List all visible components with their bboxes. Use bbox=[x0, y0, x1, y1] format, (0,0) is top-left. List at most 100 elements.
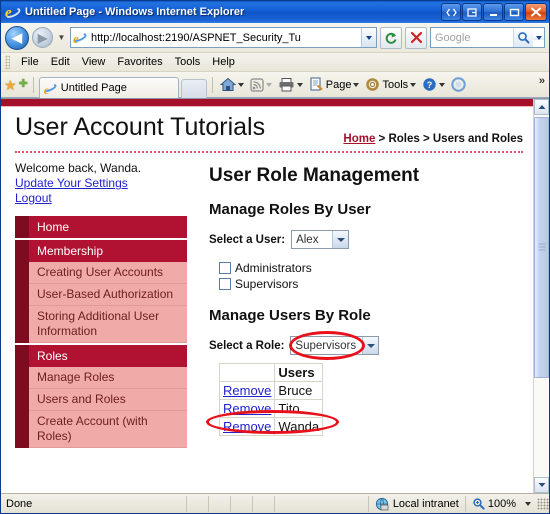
add-to-favorites-icon[interactable]: ✚ bbox=[19, 79, 28, 90]
help-button[interactable]: ? bbox=[420, 76, 447, 93]
tools-button[interactable]: Tools bbox=[363, 76, 418, 93]
tab-label: Untitled Page bbox=[60, 81, 127, 94]
print-button[interactable] bbox=[276, 76, 305, 93]
breadcrumb-trail: > Roles > Users and Roles bbox=[375, 133, 523, 145]
breadcrumb: Home > Roles > Users and Roles bbox=[343, 133, 523, 145]
role-checkbox-administrators[interactable]: Administrators bbox=[219, 261, 521, 275]
sidebar-item-manage-roles[interactable]: Manage Roles bbox=[15, 367, 187, 389]
role-select[interactable]: Supervisors bbox=[290, 336, 380, 355]
command-bar: ★ ✚ e Untitled Page Page Tools ? » bbox=[1, 72, 549, 98]
overflow-chevron-icon[interactable]: » bbox=[539, 75, 545, 87]
status-text: Done bbox=[6, 497, 33, 510]
nav-tab-stub bbox=[15, 306, 29, 343]
search-provider-dropdown-icon[interactable] bbox=[533, 35, 544, 40]
scroll-up-button[interactable] bbox=[534, 99, 549, 115]
sidebar-item-roles[interactable]: Roles bbox=[15, 345, 187, 367]
menu-bar: File Edit View Favorites Tools Help bbox=[1, 53, 549, 72]
chevron-down-icon[interactable] bbox=[332, 231, 349, 248]
scrollbar-track[interactable] bbox=[534, 115, 549, 477]
vertical-scrollbar[interactable] bbox=[533, 99, 549, 493]
sidebar-item-creating-user-accounts[interactable]: Creating User Accounts bbox=[15, 262, 187, 284]
close-icon[interactable] bbox=[525, 3, 547, 21]
status-bar: Done Local intranet 100% bbox=[1, 493, 549, 513]
table-cell-user: Tito bbox=[274, 399, 324, 418]
sidebar-nav: Home Membership Creating User Accounts U… bbox=[15, 216, 187, 448]
checkbox-icon[interactable] bbox=[219, 278, 231, 290]
menu-view[interactable]: View bbox=[76, 55, 112, 69]
page-header: User Account Tutorials Home > Roles > Us… bbox=[1, 107, 533, 151]
menu-tools[interactable]: Tools bbox=[169, 55, 207, 69]
scrollbar-thumb[interactable] bbox=[534, 117, 549, 378]
maximize-icon[interactable] bbox=[504, 3, 524, 21]
table-cell-user: Wanda bbox=[274, 417, 324, 436]
zoom-control[interactable]: 100% bbox=[464, 495, 535, 512]
menu-help[interactable]: Help bbox=[206, 55, 241, 69]
logout-link[interactable]: Logout bbox=[15, 191, 201, 206]
menu-grip-icon[interactable] bbox=[5, 55, 10, 69]
minimize-icon[interactable] bbox=[483, 3, 503, 21]
sidebar-item-home[interactable]: Home bbox=[15, 216, 187, 238]
breadcrumb-home-link[interactable]: Home bbox=[343, 133, 375, 145]
status-cell bbox=[186, 495, 208, 512]
address-dropdown-icon[interactable] bbox=[361, 28, 376, 47]
browser-tab[interactable]: e Untitled Page bbox=[38, 76, 179, 98]
restore-group-icon[interactable] bbox=[441, 3, 461, 21]
sidebar-item-membership[interactable]: Membership bbox=[15, 240, 187, 262]
svg-text:?: ? bbox=[427, 80, 433, 90]
status-cell bbox=[230, 495, 252, 512]
sidebar-item-user-based-authorization[interactable]: User-Based Authorization bbox=[15, 284, 187, 306]
main-heading: User Role Management bbox=[209, 165, 420, 186]
scroll-down-button[interactable] bbox=[534, 477, 549, 493]
discussions-icon[interactable] bbox=[449, 76, 468, 93]
main-content: User Role Management Manage Roles By Use… bbox=[201, 153, 533, 436]
update-settings-link[interactable]: Update Your Settings bbox=[15, 176, 201, 191]
favorites-center-icon[interactable]: ★ bbox=[4, 78, 17, 92]
resize-grip-icon[interactable] bbox=[537, 497, 549, 510]
new-tab-button[interactable] bbox=[180, 78, 207, 98]
sidebar-item-users-and-roles[interactable]: Users and Roles bbox=[15, 389, 187, 411]
feeds-button[interactable] bbox=[248, 77, 274, 93]
page-favicon: e bbox=[71, 30, 88, 46]
sidebar-item-label: Roles bbox=[29, 345, 187, 367]
table-row: Remove Tito bbox=[218, 399, 324, 418]
remove-link[interactable]: Remove bbox=[223, 383, 271, 398]
address-input[interactable]: e http://localhost:2190/ASPNET_Security_… bbox=[70, 27, 377, 48]
separator bbox=[211, 76, 213, 93]
sidebar-item-label: Home bbox=[29, 216, 187, 238]
search-input[interactable]: Google bbox=[430, 27, 545, 48]
back-button[interactable]: ◀ bbox=[5, 25, 29, 50]
refresh-icon[interactable] bbox=[380, 26, 402, 49]
web-page: User Account Tutorials Home > Roles > Us… bbox=[1, 99, 533, 493]
table-row: Remove Bruce bbox=[218, 381, 324, 400]
checkbox-icon[interactable] bbox=[219, 262, 231, 274]
tab-strip: e Untitled Page bbox=[38, 72, 207, 98]
sidebar-item-create-account-with-roles[interactable]: Create Account (with Roles) bbox=[15, 411, 187, 448]
nav-tab-stub bbox=[15, 262, 29, 284]
nav-tab-stub bbox=[15, 216, 29, 238]
home-button[interactable] bbox=[218, 76, 246, 93]
search-icon[interactable] bbox=[513, 28, 533, 47]
search-placeholder: Google bbox=[435, 31, 471, 44]
user-select[interactable]: Alex bbox=[291, 230, 350, 249]
nav-tab-stub bbox=[15, 284, 29, 306]
forward-button[interactable]: ▶ bbox=[32, 27, 53, 48]
select-role-row: Select a Role: Supervisors bbox=[209, 331, 521, 360]
chevron-down-icon[interactable] bbox=[362, 337, 379, 354]
nav-tab-stub bbox=[15, 367, 29, 389]
table-cell-action: Remove bbox=[218, 399, 276, 418]
remove-link[interactable]: Remove bbox=[223, 419, 271, 434]
security-zone[interactable]: Local intranet bbox=[367, 495, 465, 512]
menu-favorites[interactable]: Favorites bbox=[111, 55, 168, 69]
history-dropdown-icon[interactable]: ▼ bbox=[56, 33, 67, 42]
menu-edit[interactable]: Edit bbox=[45, 55, 76, 69]
tab-list-icon[interactable] bbox=[462, 3, 482, 21]
role-checkbox-supervisors[interactable]: Supervisors bbox=[219, 277, 521, 291]
menu-file[interactable]: File bbox=[15, 55, 45, 69]
checkbox-label: Supervisors bbox=[235, 277, 299, 291]
stop-icon[interactable] bbox=[405, 26, 427, 49]
sidebar-item-storing-additional-user-information[interactable]: Storing Additional User Information bbox=[15, 306, 187, 343]
status-spacer bbox=[274, 495, 368, 512]
page-button[interactable]: Page bbox=[307, 76, 362, 93]
zoom-dropdown-icon[interactable] bbox=[525, 501, 531, 506]
remove-link[interactable]: Remove bbox=[223, 401, 271, 416]
